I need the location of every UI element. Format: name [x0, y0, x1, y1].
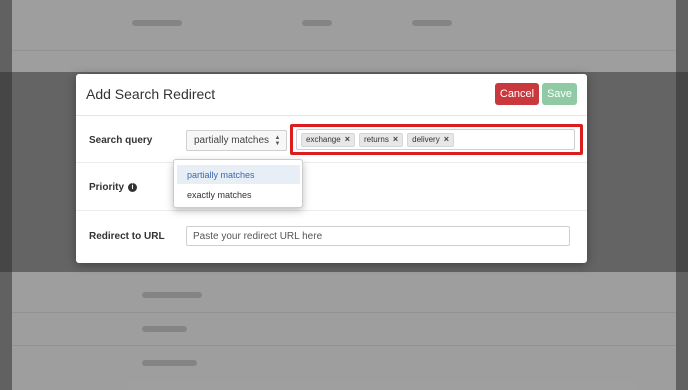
match-type-dropdown-menu: partially matches exactly matches [173, 159, 303, 208]
modal-backdrop-top [0, 0, 688, 72]
redirect-url-input[interactable] [186, 226, 570, 246]
priority-label-group: Priority i [89, 182, 138, 193]
tag-label: delivery [412, 135, 440, 144]
modal-title: Add Search Redirect [86, 86, 216, 102]
tag-label: returns [363, 135, 389, 144]
tag-label: exchange [306, 135, 341, 144]
remove-tag-icon[interactable]: × [393, 135, 398, 144]
dropdown-option-partially-matches[interactable]: partially matches [177, 165, 300, 184]
cancel-button[interactable]: Cancel [495, 83, 539, 105]
modal-header: Add Search Redirect Cancel Save [76, 74, 587, 116]
modal-backdrop-bottom [0, 272, 688, 390]
tag-delivery: delivery × [407, 132, 454, 147]
priority-label: Priority [89, 182, 125, 193]
tag-returns: returns × [358, 132, 404, 147]
priority-row: Priority i [76, 163, 587, 211]
remove-tag-icon[interactable]: × [444, 135, 449, 144]
tag-exchange: exchange × [301, 132, 355, 147]
search-query-label: Search query [89, 135, 153, 146]
info-circle-icon[interactable]: i [128, 183, 138, 192]
sort-arrows-icon: ▲ ▼ [274, 134, 281, 147]
search-terms-tag-input[interactable]: exchange × returns × delivery × [296, 129, 575, 150]
remove-tag-icon[interactable]: × [345, 135, 350, 144]
redirect-url-row: Redirect to URL [76, 211, 587, 263]
save-button[interactable]: Save [542, 83, 577, 105]
match-type-value: partially matches [194, 135, 270, 146]
add-search-redirect-modal: Add Search Redirect Cancel Save Search q… [76, 74, 587, 263]
search-query-row: Search query partially matches ▲ ▼ exchan… [76, 117, 587, 163]
redirect-url-label: Redirect to URL [89, 231, 165, 242]
match-type-select[interactable]: partially matches ▲ ▼ [186, 130, 287, 151]
dropdown-option-exactly-matches[interactable]: exactly matches [177, 185, 300, 204]
